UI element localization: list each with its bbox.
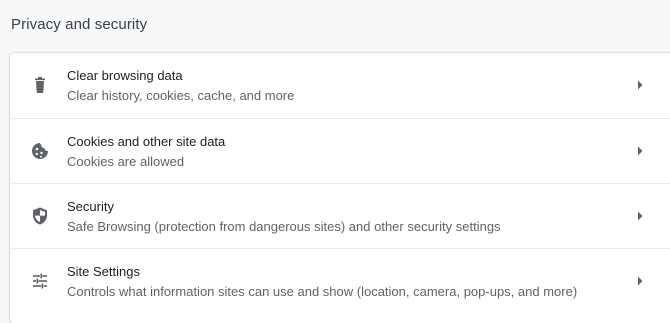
row-sublabel: Cookies are allowed [67, 154, 185, 169]
security-row[interactable]: Security Safe Browsing (protection from … [10, 183, 670, 249]
site-settings-row[interactable]: Site Settings Controls what information … [10, 248, 670, 314]
cookies-row[interactable]: Cookies and other site data Cookies are … [10, 118, 670, 184]
trash-icon [30, 75, 50, 95]
chevron-right-icon [636, 80, 644, 90]
chevron-right-icon [636, 276, 644, 286]
clear-browsing-data-row[interactable]: Clear browsing data Clear history, cooki… [10, 53, 670, 118]
row-sublabel: Safe Browsing (protection from dangerous… [67, 219, 501, 234]
privacy-settings-card: Clear browsing data Clear history, cooki… [10, 53, 670, 323]
row-label: Site Settings [67, 264, 140, 279]
row-label: Security [67, 199, 114, 214]
chevron-right-icon [636, 146, 644, 156]
chevron-right-icon [636, 211, 644, 221]
shield-icon [30, 206, 50, 226]
cookie-icon [30, 141, 50, 161]
row-label: Clear browsing data [67, 68, 183, 83]
row-label: Cookies and other site data [67, 134, 226, 149]
section-title: Privacy and security [11, 16, 148, 33]
row-sublabel: Clear history, cookies, cache, and more [67, 88, 295, 103]
tune-sliders-icon [30, 271, 50, 291]
row-sublabel: Controls what information sites can use … [67, 284, 578, 299]
